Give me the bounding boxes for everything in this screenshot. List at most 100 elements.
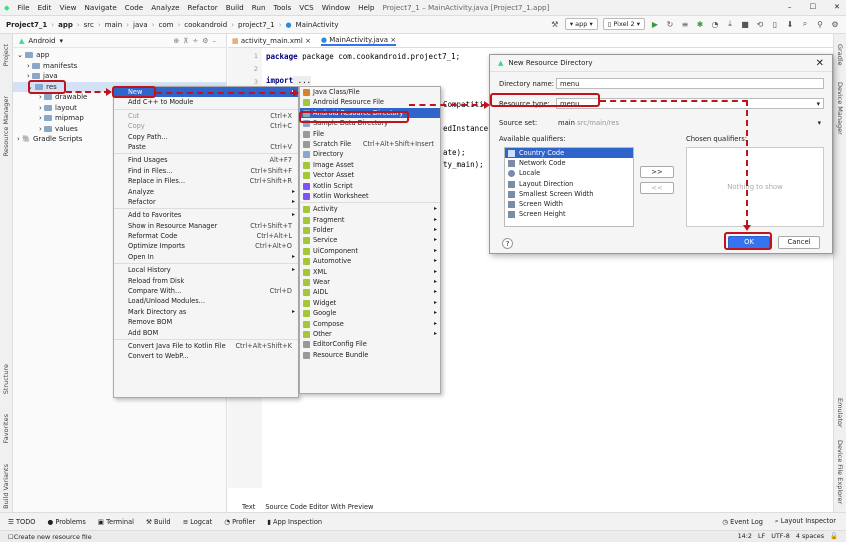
context-item-find-usages[interactable]: Find Usages Alt+F7 [114,155,298,165]
apply-changes-icon[interactable]: ≡ [680,19,690,29]
menu-refactor[interactable]: Refactor [188,3,218,12]
context-item-local-history[interactable]: Local History ▸ [114,265,298,275]
new-item-kotlin-script[interactable]: Kotlin Script [300,181,440,191]
new-item-compose[interactable]: Compose ▸ [300,319,440,329]
menu-navigate[interactable]: Navigate [85,3,117,12]
crumb-src[interactable]: src [84,21,94,29]
menu-code[interactable]: Code [125,3,143,12]
device-select[interactable]: ▯ Pixel 2 ▾ [602,18,645,30]
crumb-com[interactable]: com [159,21,174,29]
new-item-directory[interactable]: Directory [300,149,440,159]
context-item-convert-to-webp[interactable]: Convert to WebP... [114,351,298,361]
context-item-open-in[interactable]: Open In ▸ [114,252,298,262]
tool-favorites[interactable]: Favorites [2,414,10,443]
tool-emulator[interactable]: Emulator [836,398,844,428]
tool-device-file-explorer[interactable]: Device File Explorer [836,440,844,504]
search-icon[interactable]: ⚲ [815,19,825,29]
new-item-java-class-file[interactable]: Java Class/File [300,87,440,97]
panel-actions-icon[interactable]: ⊕⊼÷⚙– [173,37,220,45]
available-qualifiers-list[interactable]: Country Code Network Code Locale Layout … [504,147,634,227]
file-encoding[interactable]: UTF-8 [771,532,790,540]
attach-icon[interactable]: ⤓ [725,19,735,29]
context-item-reformat-code[interactable]: Reformat Code Ctrl+Alt+L [114,231,298,241]
context-item-paste[interactable]: Paste Ctrl+V [114,142,298,152]
context-item-refactor[interactable]: Refactor ▸ [114,197,298,207]
new-item-file[interactable]: File [300,129,440,139]
new-item-folder[interactable]: Folder ▸ [300,225,440,235]
crumb-cookandroid[interactable]: cookandroid [184,21,227,29]
tab-activity-main-xml[interactable]: ▦ activity_main.xml × [232,37,311,45]
menu-file[interactable]: File [18,3,30,12]
new-item-editorconfig-file[interactable]: EditorConfig File [300,339,440,349]
qualifier-smallest-screen-width[interactable]: Smallest Screen Width [505,189,633,199]
menu-window[interactable]: Window [322,3,350,12]
context-item-compare-with[interactable]: Compare With... Ctrl+D [114,286,298,296]
context-item-optimize-imports[interactable]: Optimize Imports Ctrl+Alt+O [114,241,298,251]
cancel-button[interactable]: Cancel [778,236,820,249]
crumb-app[interactable]: app [58,21,73,29]
new-item-wear[interactable]: Wear ▸ [300,277,440,287]
tool-layout-inspector[interactable]: ⌕ Layout Inspector [775,517,836,526]
qualifier-layout-direction[interactable]: Layout Direction [505,179,633,189]
context-item-mark-directory-as[interactable]: Mark Directory as ▸ [114,307,298,317]
code-line-3[interactable]: import ... [266,76,312,85]
maximize-icon[interactable]: ☐ [810,2,816,11]
context-item-cut[interactable]: Cut Ctrl+X [114,111,298,121]
new-item-xml[interactable]: XML ▸ [300,267,440,277]
crumb-mainactivity[interactable]: MainActivity [296,21,339,29]
tool-todo[interactable]: ☰ TODO [8,518,36,526]
new-item-resource-bundle[interactable]: Resource Bundle [300,350,440,360]
crumb-java[interactable]: java [133,21,148,29]
new-item-aidl[interactable]: AIDL ▸ [300,287,440,297]
crumb-main[interactable]: main [105,21,123,29]
tool-problems[interactable]: ● Problems [48,518,86,526]
tree-item-manifests[interactable]: › manifests [13,61,226,72]
tab-text[interactable]: Text [242,503,255,511]
context-item-load-unload-modules[interactable]: Load/Unload Modules... [114,296,298,306]
context-item-find-in-files[interactable]: Find in Files... Ctrl+Shift+F [114,166,298,176]
new-item-fragment[interactable]: Fragment ▸ [300,215,440,225]
context-item-replace-in-files[interactable]: Replace in Files... Ctrl+Shift+R [114,176,298,186]
new-item-kotlin-worksheet[interactable]: Kotlin Worksheet [300,191,440,201]
run-config-select[interactable]: ▾ app ▾ [564,18,598,30]
qualifier-country-code[interactable]: Country Code [505,148,633,159]
tool-app-inspection[interactable]: ▮ App Inspection [267,518,322,526]
new-item-image-asset[interactable]: Image Asset [300,160,440,170]
line-separator[interactable]: LF [758,532,765,540]
context-item-copy-path[interactable]: Copy Path... [114,132,298,142]
new-item-scratch-file[interactable]: Scratch File Ctrl+Alt+Shift+Insert [300,139,440,149]
tool-resource-manager[interactable]: Resource Manager [2,96,10,156]
context-item-convert-java-file-to-kotlin-file[interactable]: Convert Java File to Kotlin File Ctrl+Alt… [114,341,298,351]
new-item-service[interactable]: Service ▸ [300,235,440,245]
tool-build-variants[interactable]: Build Variants [2,464,10,509]
context-item-add-bom[interactable]: Add BOM [114,328,298,338]
tool-gradle[interactable]: Gradle [836,44,844,66]
qualifier-locale[interactable]: Locale [505,168,633,178]
code-line-1[interactable]: package package com.cookandroid.project7… [266,52,460,61]
sync-icon[interactable]: ⟲ [755,19,765,29]
profile-icon[interactable]: ◔ [710,19,720,29]
context-item-analyze[interactable]: Analyze ▸ [114,187,298,197]
context-item-remove-bom[interactable]: Remove BOM [114,317,298,327]
rerun-icon[interactable]: ↻ [665,19,675,29]
close-icon[interactable]: ✕ [816,58,824,69]
qualifier-screen-height[interactable]: Screen Height [505,209,633,219]
menu-tools[interactable]: Tools [274,3,292,12]
new-item-automotive[interactable]: Automotive ▸ [300,256,440,266]
remove-qualifier-button[interactable]: << [640,182,674,194]
hammer-icon[interactable]: ⚒ [550,19,560,29]
menu-vcs[interactable]: VCS [299,3,314,12]
menu-run[interactable]: Run [252,3,266,12]
crumb-project7[interactable]: project7_1 [238,21,275,29]
tool-structure[interactable]: Structure [2,364,10,394]
menu-build[interactable]: Build [226,3,244,12]
lock-icon[interactable]: 🔓 [830,532,838,540]
avd-icon[interactable]: ▯ [770,19,780,29]
indent-setting[interactable]: 4 spaces [796,532,824,540]
directory-name-input[interactable]: menu [556,78,824,89]
project-view-selector[interactable]: ▲ Android ▾ ⊕⊼÷⚙– [13,34,226,48]
context-item-reload-from-disk[interactable]: Reload from Disk [114,276,298,286]
new-item-uicomponent[interactable]: UiComponent ▸ [300,246,440,256]
tool-build[interactable]: ⚒ Build [146,518,171,526]
context-item-copy[interactable]: Copy Ctrl+C [114,121,298,131]
